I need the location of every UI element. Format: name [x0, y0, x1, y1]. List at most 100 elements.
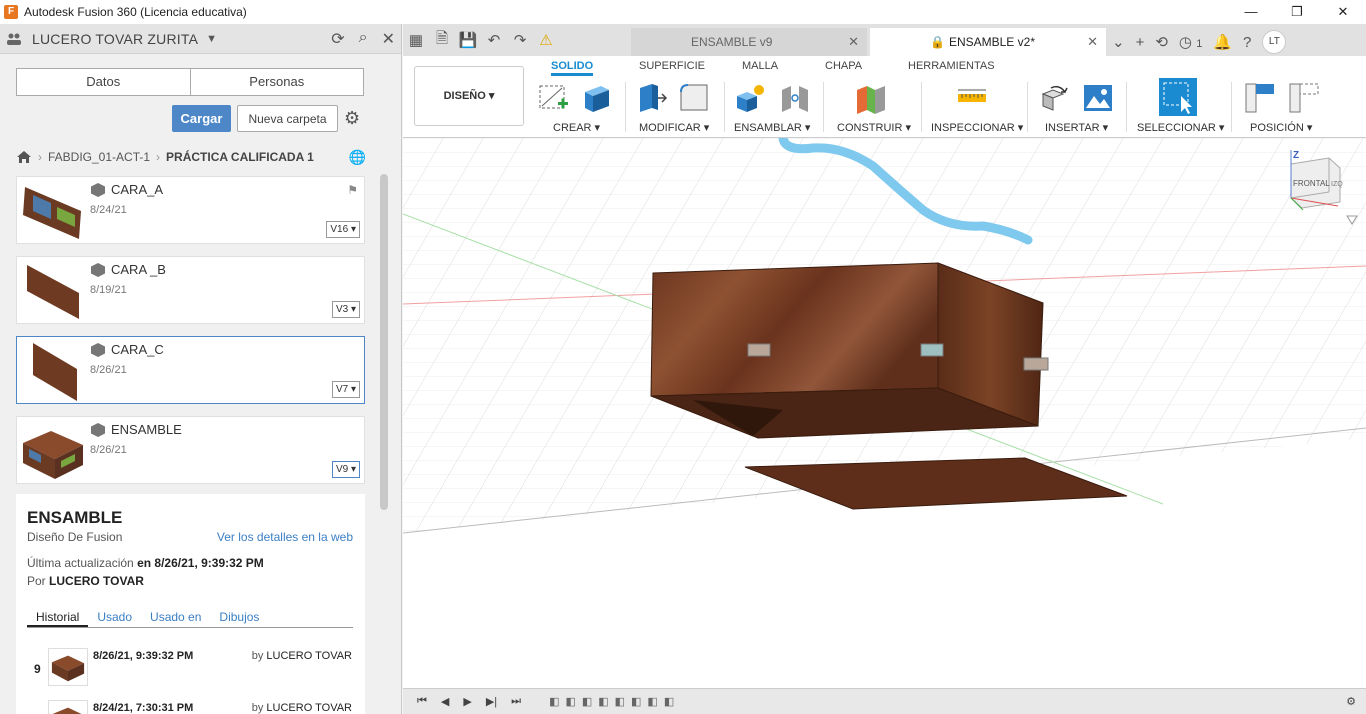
- press-pull-icon[interactable]: [636, 82, 668, 114]
- timeline-feature-icons[interactable]: ◧◧◧◧◧◧◧◧: [549, 695, 680, 708]
- history-row[interactable]: 9 8/26/21, 9:39:32 PM by LUCERO TOVAR: [27, 644, 353, 688]
- joint-icon[interactable]: [779, 82, 811, 114]
- new-tab-plus-icon[interactable]: +: [1136, 34, 1145, 51]
- measure-icon[interactable]: [956, 82, 988, 114]
- upload-button[interactable]: Cargar: [172, 105, 231, 132]
- play-icon[interactable]: ▶: [463, 695, 471, 708]
- notifications-bell-icon[interactable]: 🔔: [1213, 33, 1232, 51]
- tab-superficie[interactable]: SUPERFICIE: [639, 60, 705, 72]
- new-folder-button[interactable]: Nueva carpeta: [237, 105, 338, 132]
- version-dropdown[interactable]: V7 ▾: [331, 381, 360, 398]
- tab-historial[interactable]: Historial: [27, 608, 89, 627]
- redo-icon[interactable]: ↷: [507, 31, 533, 49]
- undo-icon[interactable]: ↶: [481, 31, 507, 49]
- file-thumbnail: [27, 265, 79, 319]
- revert-position-icon[interactable]: [1288, 82, 1320, 114]
- tab-list-chevron-icon[interactable]: ⌄: [1112, 33, 1125, 51]
- globe-icon[interactable]: 🌐: [349, 149, 366, 166]
- tab-usado-en[interactable]: Usado en: [141, 608, 210, 627]
- chevron-down-icon[interactable]: ▼: [206, 33, 217, 45]
- extrude-icon[interactable]: [581, 82, 613, 114]
- go-to-start-icon[interactable]: ⏮: [417, 695, 427, 708]
- joint-marker[interactable]: [747, 343, 771, 357]
- details-tabs: Historial Usado Usado en Dibujos: [27, 608, 353, 628]
- search-icon[interactable]: ⌕: [359, 29, 368, 49]
- home-icon[interactable]: [16, 150, 32, 164]
- close-window-button[interactable]: ✕: [1320, 0, 1366, 24]
- file-details: ENSAMBLE Diseño De Fusion Ver los detall…: [16, 494, 365, 714]
- tab-solido[interactable]: SOLIDO: [551, 60, 594, 76]
- file-name: CARA_A: [111, 182, 164, 197]
- joint-marker[interactable]: [1023, 357, 1049, 371]
- group-insertar[interactable]: INSERTAR ▾: [1045, 121, 1108, 134]
- version-dropdown[interactable]: V3 ▾: [331, 301, 360, 318]
- save-icon[interactable]: 💾: [455, 31, 481, 49]
- tab-datos[interactable]: Datos: [17, 69, 191, 95]
- panel-scrollbar[interactable]: [380, 174, 388, 510]
- model-canvas[interactable]: FRONTAL IZQ Z: [403, 138, 1366, 688]
- canvas-viewport[interactable]: FRONTAL IZQ Z: [403, 138, 1366, 688]
- document-tab-ensamble-v9[interactable]: ENSAMBLE v9 ✕: [631, 28, 867, 56]
- flag-icon[interactable]: ⚑: [347, 183, 358, 197]
- timeline-bar: ⏮ ◀ ▶ ▶| ⏭ ◧◧◧◧◧◧◧◧ ⚙: [403, 688, 1366, 714]
- team-icon[interactable]: [6, 32, 22, 46]
- version-dropdown[interactable]: V9 ▾: [331, 461, 360, 478]
- view-web-details-link[interactable]: Ver los detalles en la web: [217, 530, 353, 544]
- group-seleccionar[interactable]: SELECCIONAR ▾: [1137, 121, 1224, 134]
- group-posicion[interactable]: POSICIÓN ▾: [1250, 121, 1312, 134]
- go-to-end-icon[interactable]: ⏭: [511, 695, 521, 708]
- warning-icon[interactable]: ⚠: [533, 31, 559, 49]
- group-construir[interactable]: CONSTRUIR ▾: [837, 121, 911, 134]
- help-icon[interactable]: ?: [1243, 34, 1251, 51]
- file-card-ensamble[interactable]: ENSAMBLE 8/26/21 V9 ▾: [16, 416, 365, 484]
- close-tab-icon[interactable]: ✕: [848, 34, 859, 50]
- file-card-cara-b[interactable]: CARA _B 8/19/21 V3 ▾: [16, 256, 365, 324]
- file-card-cara-c[interactable]: CARA_C 8/26/21 V7 ▾: [16, 336, 365, 404]
- gear-icon[interactable]: ⚙: [1346, 695, 1356, 708]
- step-back-icon[interactable]: ◀: [441, 695, 449, 708]
- tab-dibujos[interactable]: Dibujos: [210, 608, 268, 627]
- create-sketch-icon[interactable]: [538, 82, 570, 114]
- job-status-icon[interactable]: ◷ 1: [1179, 33, 1202, 51]
- avatar[interactable]: LT: [1262, 30, 1287, 54]
- group-ensamblar[interactable]: ENSAMBLAR ▾: [734, 121, 810, 134]
- toolbar-ribbon: DISEÑO ▾ SOLIDO SUPERFICIE MALLA CHAPA H…: [403, 56, 1366, 138]
- history-row[interactable]: 8/24/21, 7:30:31 PM by LUCERO TOVAR: [27, 696, 353, 714]
- gear-icon[interactable]: ⚙: [344, 108, 360, 129]
- box-front-face[interactable]: [650, 262, 939, 397]
- capture-position-icon[interactable]: [1244, 82, 1276, 114]
- data-panel-toggle-icon[interactable]: ▦: [403, 31, 429, 49]
- close-icon[interactable]: ✕: [382, 29, 395, 49]
- tab-chapa[interactable]: CHAPA: [825, 60, 862, 72]
- maximize-button[interactable]: ❐: [1274, 0, 1320, 24]
- insert-image-icon[interactable]: [1082, 82, 1114, 114]
- select-icon[interactable]: [1159, 78, 1197, 116]
- tab-malla[interactable]: MALLA: [742, 60, 778, 72]
- extensions-icon[interactable]: ⟲: [1155, 33, 1168, 51]
- user-hub-name[interactable]: LUCERO TOVAR ZURITA: [32, 31, 198, 47]
- group-inspeccionar[interactable]: INSPECCIONAR ▾: [931, 121, 1023, 134]
- workspace-switcher[interactable]: DISEÑO ▾: [414, 66, 524, 126]
- fillet-icon[interactable]: [678, 82, 710, 114]
- step-forward-icon[interactable]: ▶|: [486, 695, 497, 708]
- offset-plane-icon[interactable]: [855, 82, 887, 114]
- tab-usado[interactable]: Usado: [88, 608, 141, 627]
- file-card-cara-a[interactable]: CARA_A 8/24/21 ⚑ V16 ▾: [16, 176, 365, 244]
- top-right-icons: ⌄ + ⟲ ◷ 1 🔔 ? LT: [1112, 28, 1287, 56]
- new-component-icon[interactable]: [735, 82, 767, 114]
- refresh-icon[interactable]: ⟳: [331, 29, 344, 49]
- tab-personas[interactable]: Personas: [191, 69, 364, 95]
- minimize-button[interactable]: —: [1228, 0, 1274, 24]
- group-crear[interactable]: CREAR ▾: [553, 121, 600, 134]
- close-tab-icon[interactable]: ✕: [1087, 34, 1098, 50]
- history-date: 8/24/21, 7:30:31 PM: [93, 702, 194, 714]
- joint-marker[interactable]: [920, 343, 944, 357]
- insert-derive-icon[interactable]: [1039, 82, 1071, 114]
- file-menu-icon[interactable]: 🗎: [429, 28, 455, 53]
- version-dropdown[interactable]: V16 ▾: [326, 221, 360, 238]
- group-modificar[interactable]: MODIFICAR ▾: [639, 121, 709, 134]
- document-tab-ensamble-v2[interactable]: 🔒 ENSAMBLE v2* ✕: [870, 28, 1106, 56]
- tab-herramientas[interactable]: HERRAMIENTAS: [908, 60, 995, 72]
- title-bar: F Autodesk Fusion 360 (Licencia educativ…: [0, 0, 1366, 24]
- breadcrumb-project[interactable]: FABDIG_01-ACT-1: [48, 150, 150, 164]
